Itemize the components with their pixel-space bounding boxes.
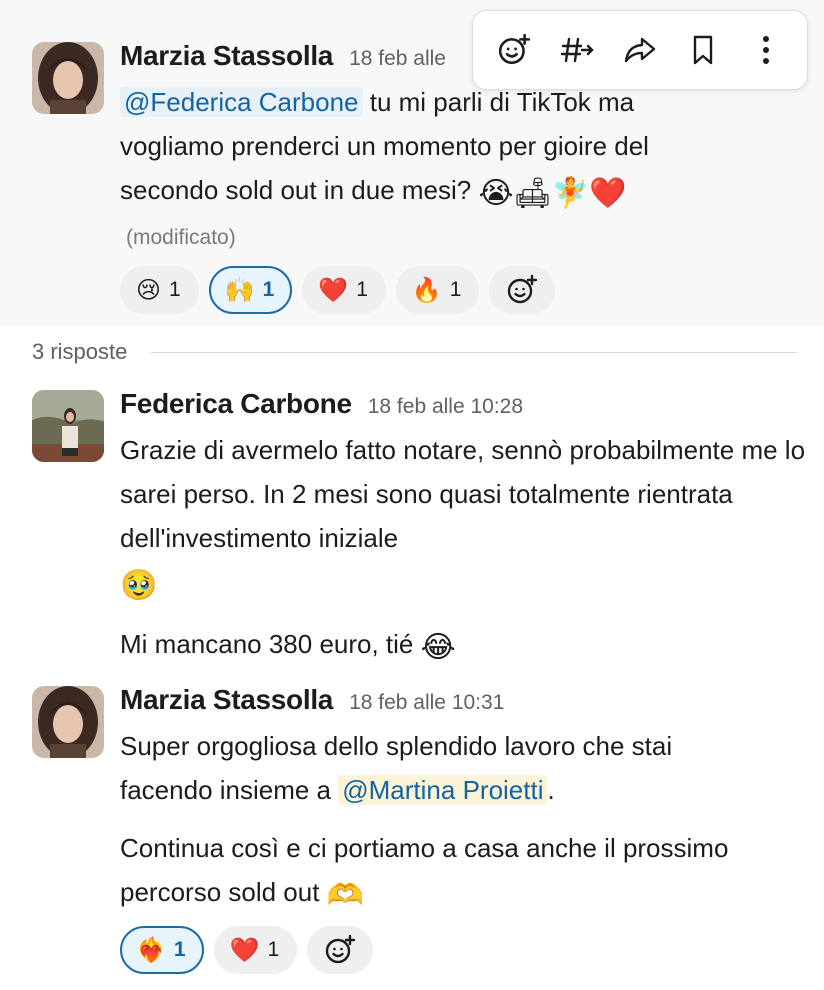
message-actions-toolbar <box>472 10 808 90</box>
more-actions-button[interactable] <box>742 26 790 74</box>
add-reaction-icon <box>499 33 531 65</box>
user-mention[interactable]: @Federica Carbone <box>120 87 363 117</box>
add-reaction-button[interactable] <box>307 926 374 974</box>
message-author[interactable]: Marzia Stassolla <box>120 684 333 716</box>
reaction-emoji: ❤️‍🔥 <box>136 936 166 964</box>
inline-emoji: 🫶 <box>326 878 365 913</box>
reply-in-channel-button[interactable] <box>553 26 601 74</box>
message-body: @Federica Carbone tu mi parli di TikTok … <box>120 80 720 216</box>
user-mention[interactable]: @Martina Proietti <box>338 775 548 805</box>
message-timestamp[interactable]: 18 feb alle <box>349 47 446 71</box>
message-body: Grazie di avermelo fatto notare, sennò p… <box>120 428 810 608</box>
thread-replies-divider: 3 risposte <box>32 332 798 372</box>
share-icon <box>624 37 656 63</box>
save-message-button[interactable] <box>679 26 727 74</box>
reaction-pill-active[interactable]: 🙌 1 <box>208 266 293 314</box>
reaction-emoji: 🙌 <box>224 276 255 304</box>
share-message-button[interactable] <box>616 26 664 74</box>
message-text: . <box>547 775 555 805</box>
replies-count: 3 risposte <box>32 339 128 364</box>
message-timestamp[interactable]: 18 feb alle 10:31 <box>349 691 504 715</box>
inline-emoji: 😭🛋🧚❤️ <box>478 176 627 211</box>
reaction-pill[interactable]: ❤️ 1 <box>213 926 298 974</box>
reaction-count: 1 <box>356 278 368 301</box>
reaction-pill[interactable]: ❤️ 1 <box>302 266 386 314</box>
more-icon <box>762 36 769 64</box>
reaction-pill[interactable]: 🔥 1 <box>395 266 480 314</box>
add-reaction-button[interactable] <box>489 266 556 314</box>
reaction-pill-active[interactable]: ❤️‍🔥 1 <box>120 926 204 974</box>
message-body-paragraph: Continua così e ci portiamo a casa anche… <box>120 826 810 918</box>
reaction-emoji: ❤️ <box>318 276 349 304</box>
reaction-pill[interactable]: 😢 1 <box>120 266 199 314</box>
reaction-bar: ❤️‍🔥 1 ❤️ 1 <box>120 926 804 974</box>
reaction-emoji: 🔥 <box>411 276 442 304</box>
inline-emoji: 😂 <box>420 630 456 665</box>
reaction-emoji: 😢 <box>136 276 162 304</box>
message-author[interactable]: Federica Carbone <box>120 388 352 420</box>
reaction-emoji: ❤️ <box>229 936 260 964</box>
forward-to-channel-icon <box>560 37 594 63</box>
message-text: Continua così e ci portiamo a casa anche… <box>120 833 729 907</box>
add-reaction-icon <box>508 274 538 304</box>
avatar[interactable] <box>32 42 104 114</box>
message-body-paragraph: Mi mancano 380 euro, tié 😂 <box>120 622 804 670</box>
reaction-count: 1 <box>169 278 181 301</box>
edited-label: (modificato) <box>126 226 236 249</box>
bookmark-icon <box>693 35 712 65</box>
reaction-count: 1 <box>173 938 186 961</box>
add-reaction-button[interactable] <box>490 26 538 74</box>
message-body: Super orgogliosa dello splendido lavoro … <box>120 724 760 812</box>
reaction-count: 1 <box>267 938 280 961</box>
avatar[interactable] <box>32 686 104 758</box>
add-reaction-icon <box>325 934 356 964</box>
inline-emoji: 🥹 <box>120 568 158 603</box>
divider-line <box>151 351 798 353</box>
message-text: Mi mancano 380 euro, tié <box>120 629 421 659</box>
message-timestamp[interactable]: 18 feb alle 10:28 <box>368 395 523 419</box>
message-author[interactable]: Marzia Stassolla <box>120 40 333 72</box>
reaction-count: 1 <box>262 278 275 301</box>
message-reply[interactable]: Federica Carbone 18 feb alle 10:28 Grazi… <box>0 380 824 670</box>
message-parent[interactable]: Marzia Stassolla 18 feb alle @Federica C… <box>0 0 824 326</box>
reaction-bar: 😢 1 🙌 1 ❤️ 1 🔥 1 <box>120 266 804 314</box>
message-text: Grazie di avermelo fatto notare, sennò p… <box>120 435 806 553</box>
avatar[interactable] <box>32 390 104 462</box>
message-reply[interactable]: Marzia Stassolla 18 feb alle 10:31 Super… <box>0 676 824 990</box>
reaction-count: 1 <box>449 278 462 301</box>
